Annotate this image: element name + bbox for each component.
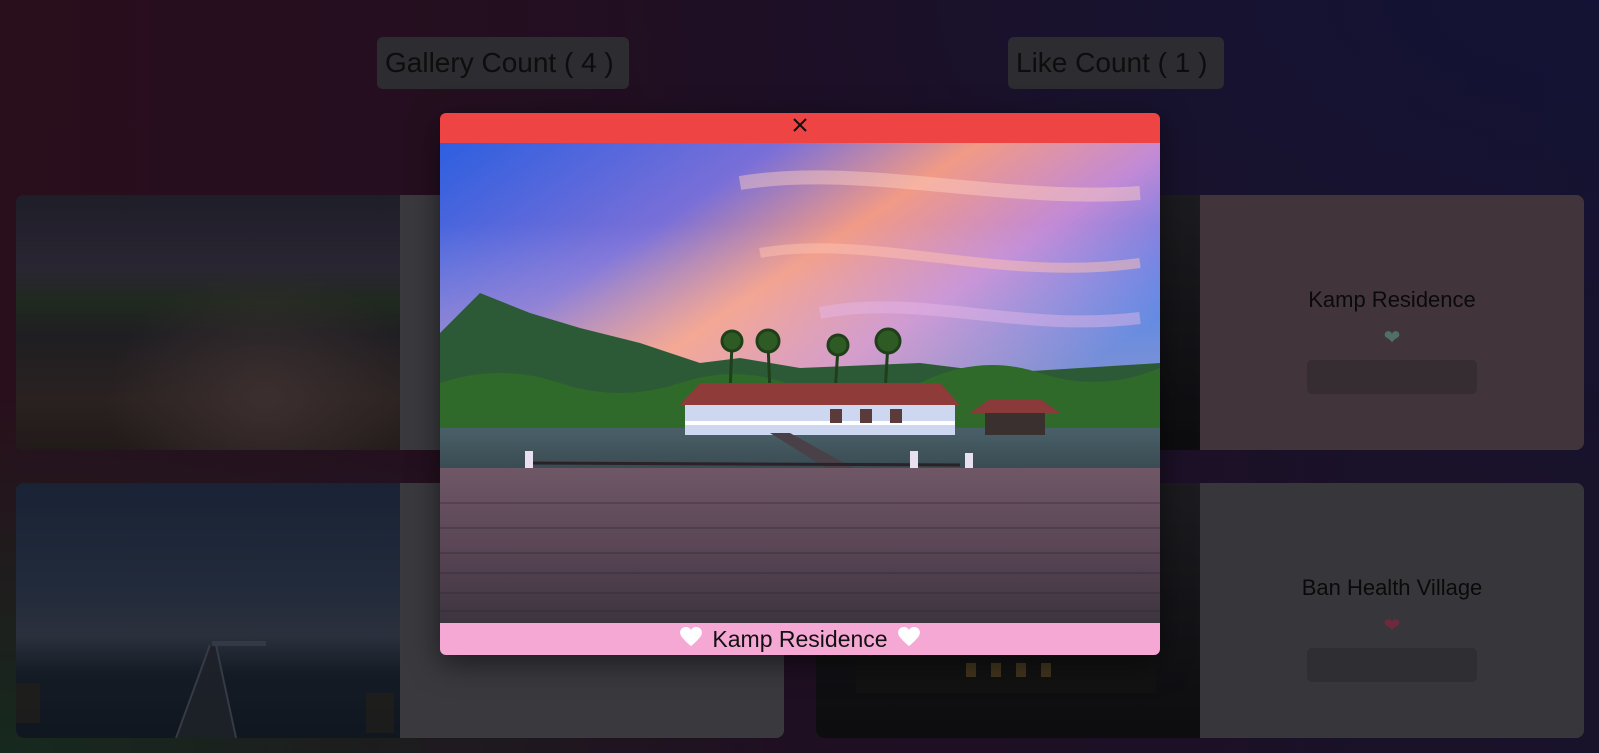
like-count-badge: Like Count ( 1 ) [1008, 37, 1224, 89]
modal-header [440, 113, 1160, 143]
gallery-count-badge: Gallery Count ( 4 ) [377, 37, 629, 89]
modal-photo [440, 143, 1160, 623]
gallery-card-info: Kamp Residence ❤ [1200, 195, 1584, 450]
heart-icon[interactable]: ❤ [1384, 616, 1401, 636]
gallery-count-label: Gallery Count ( 4 ) [385, 47, 614, 78]
like-button[interactable] [1307, 360, 1477, 394]
pier-illustration [16, 641, 394, 738]
modal-caption: Kamp Residence [712, 626, 888, 652]
image-modal: Kamp Residence [440, 113, 1160, 655]
like-button[interactable] [1307, 648, 1477, 682]
like-count-label: Like Count ( 1 ) [1016, 47, 1208, 78]
heart-icon[interactable] [898, 627, 920, 647]
gallery-photo[interactable] [16, 483, 400, 738]
gallery-card-title: Kamp Residence [1308, 287, 1476, 312]
heart-icon[interactable] [680, 627, 702, 647]
heart-icon[interactable]: ❤ [1384, 328, 1401, 348]
gallery-card-info: Ban Health Village ❤ [1200, 483, 1584, 738]
gallery-photo[interactable] [16, 195, 400, 450]
close-button[interactable] [785, 113, 815, 141]
modal-caption-bar: Kamp Residence [440, 623, 1160, 655]
close-icon[interactable] [785, 113, 815, 141]
gallery-card-title: Ban Health Village [1301, 575, 1483, 600]
